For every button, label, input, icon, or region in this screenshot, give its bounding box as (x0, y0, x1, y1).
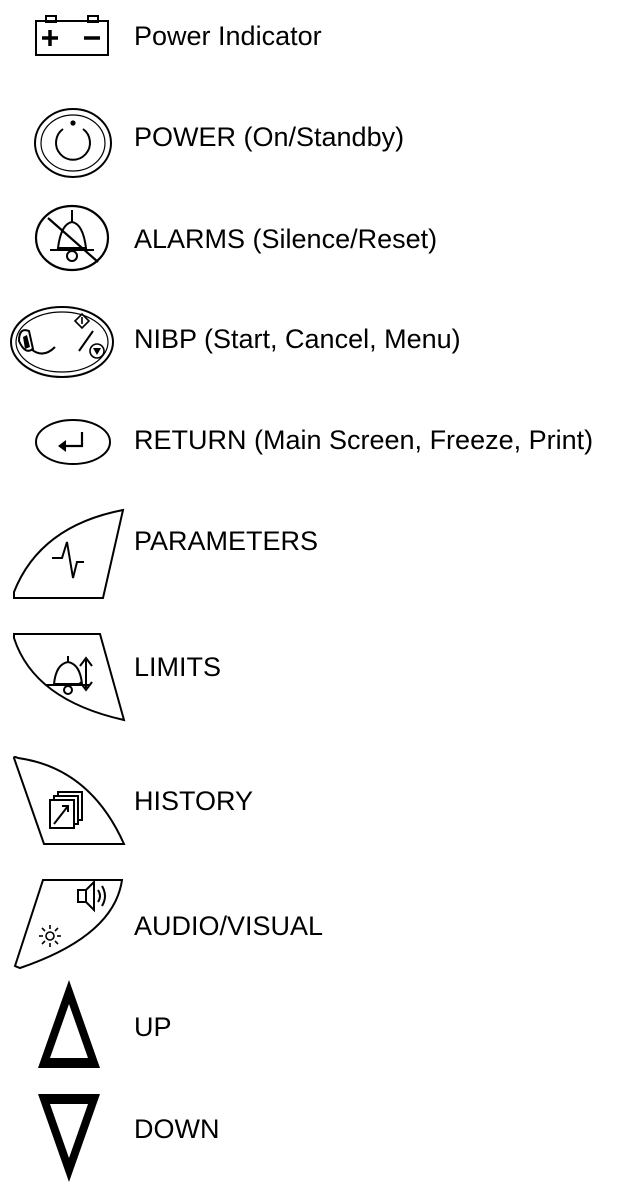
legend-label: PARAMETERS (134, 526, 319, 556)
power-icon (33, 107, 113, 179)
return-arrow-icon (34, 418, 112, 466)
legend-label: NIBP (Start, Cancel, Menu) (134, 324, 461, 354)
up-triangle-icon (36, 978, 102, 1070)
alarm-silence-icon (34, 204, 110, 272)
legend-label: ALARMS (Silence/Reset) (134, 224, 438, 254)
legend-label: LIMITS (134, 652, 222, 682)
legend-label: RETURN (Main Screen, Freeze, Print) (134, 425, 594, 455)
legend-label: AUDIO/VISUAL (134, 911, 324, 941)
speaker-brightness-icon (10, 876, 128, 970)
legend-label: POWER (On/Standby) (134, 122, 405, 152)
down-triangle-icon (36, 1092, 102, 1184)
legend-label: DOWN (134, 1114, 220, 1144)
alarm-limits-icon (10, 630, 126, 724)
history-pages-icon (10, 754, 128, 848)
battery-icon (34, 14, 110, 56)
nibp-cuff-icon (9, 305, 115, 379)
legend-label: Power Indicator (134, 21, 322, 51)
waveform-icon (10, 506, 128, 602)
legend-label: UP (134, 1012, 172, 1042)
legend-label: HISTORY (134, 786, 254, 816)
